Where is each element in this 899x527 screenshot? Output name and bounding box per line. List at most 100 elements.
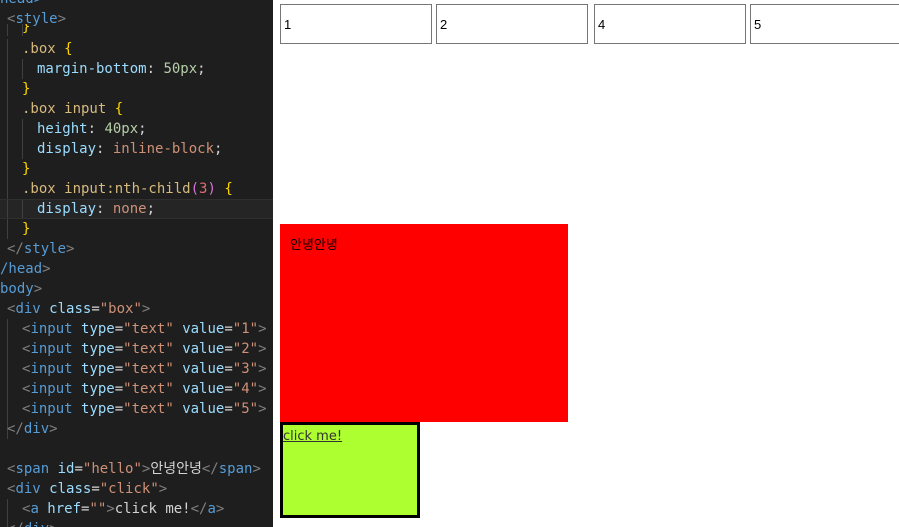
- code-token: value: [182, 381, 225, 397]
- indent-guide: [7, 99, 8, 119]
- code-token: height: [37, 121, 88, 137]
- code-line[interactable]: }: [0, 159, 273, 179]
- code-line[interactable]: <input type="text" value="1">: [0, 319, 273, 339]
- code-text: </div>: [7, 519, 58, 527]
- code-token: value: [182, 341, 225, 357]
- code-token: input: [30, 381, 82, 397]
- code-line[interactable]: }: [0, 79, 273, 99]
- indent-guide: [7, 200, 8, 218]
- code-token: </: [7, 421, 24, 437]
- code-line[interactable]: </style>: [0, 239, 273, 259]
- code-line[interactable]: <div class="click">: [0, 479, 273, 499]
- code-line[interactable]: body>: [0, 279, 273, 299]
- hello-text: 안녕안녕: [290, 238, 338, 253]
- code-editor[interactable]: head><style>}.box {margin-bottom: 50px;}…: [0, 0, 273, 527]
- code-token: .box input: [22, 101, 115, 117]
- code-token: =: [224, 401, 233, 417]
- text-input-1[interactable]: [280, 4, 432, 44]
- code-token: (: [190, 181, 200, 197]
- code-line[interactable]: margin-bottom: 50px;: [0, 59, 273, 79]
- code-line[interactable]: </div>: [0, 519, 273, 527]
- code-token: }: [22, 221, 31, 237]
- text-input-2[interactable]: [436, 4, 588, 44]
- code-line[interactable]: <input type="text" value="2">: [0, 339, 273, 359]
- code-token: 40px: [104, 121, 139, 137]
- code-text: <input type="text" value="5">: [22, 399, 267, 419]
- code-line[interactable]: <input type="text" value="4">: [0, 379, 273, 399]
- code-token: div: [15, 301, 50, 317]
- indent-guide: [7, 399, 8, 419]
- code-line[interactable]: height: 40px;: [0, 119, 273, 139]
- code-line[interactable]: <input type="text" value="5">: [0, 399, 273, 419]
- code-line[interactable]: }: [0, 24, 273, 36]
- code-text: }: [22, 24, 30, 34]
- code-token: >: [49, 521, 57, 527]
- code-token: "text": [123, 381, 174, 397]
- code-line[interactable]: <input type="text" value="3">: [0, 359, 273, 379]
- code-token: style: [23, 241, 67, 257]
- code-token: :: [87, 121, 105, 137]
- code-token: =: [91, 481, 100, 497]
- code-text: }: [22, 79, 30, 99]
- click-div: click me!: [280, 422, 420, 518]
- code-line[interactable]: [0, 439, 273, 459]
- code-line[interactable]: }: [0, 219, 273, 239]
- code-token: input: [30, 341, 82, 357]
- code-token: span: [218, 461, 253, 477]
- code-token: type: [81, 341, 115, 357]
- code-token: >: [158, 481, 168, 497]
- code-token: "1": [232, 321, 259, 337]
- code-line[interactable]: head>: [0, 0, 273, 9]
- code-token: value: [182, 401, 225, 417]
- text-input-4[interactable]: [594, 4, 746, 44]
- code-token: margin-bottom: [37, 61, 147, 77]
- code-token: </: [7, 521, 24, 527]
- code-token: span: [15, 461, 58, 477]
- code-line[interactable]: .box input:nth-child(3) {: [0, 179, 273, 199]
- code-line[interactable]: display: inline-block;: [0, 139, 273, 159]
- code-line[interactable]: .box {: [0, 39, 273, 59]
- code-text: }: [22, 159, 30, 179]
- code-line[interactable]: <a href="">click me!</a>: [0, 499, 273, 519]
- code-token: </: [190, 501, 208, 517]
- code-token: =: [224, 381, 233, 397]
- code-token: "box": [99, 301, 142, 317]
- code-token: }: [22, 81, 31, 97]
- code-line[interactable]: </div>: [0, 419, 273, 439]
- code-token: "3": [232, 361, 259, 377]
- code-token: >: [258, 341, 267, 357]
- code-token: >: [252, 461, 261, 477]
- indent-guide: [7, 39, 8, 59]
- code-text: height: 40px;: [37, 119, 147, 139]
- code-token: >: [33, 281, 43, 297]
- indent-guide: [7, 179, 8, 199]
- code-token: =: [224, 321, 233, 337]
- indent-guide: [7, 159, 8, 179]
- code-text: .box input {: [22, 99, 123, 119]
- code-line[interactable]: .box input {: [0, 99, 273, 119]
- code-token: =: [114, 321, 124, 337]
- indent-guide: [7, 359, 8, 379]
- code-token: "text": [123, 341, 174, 357]
- click-me-link[interactable]: click me!: [283, 429, 342, 444]
- code-token: ;: [214, 141, 223, 157]
- code-token: div: [15, 481, 50, 497]
- code-token: none: [112, 201, 147, 217]
- code-line[interactable]: <span id="hello">안녕안녕</span>: [0, 459, 273, 479]
- code-token: >: [215, 501, 225, 517]
- code-line[interactable]: <div class="box">: [0, 299, 273, 319]
- code-token: class: [49, 301, 92, 317]
- code-line[interactable]: /head>: [0, 259, 273, 279]
- code-text: </div>: [7, 419, 58, 439]
- code-text: display: none;: [37, 200, 155, 218]
- code-token: >: [106, 501, 115, 517]
- code-token: >: [66, 241, 75, 257]
- code-token: {: [64, 41, 73, 57]
- code-text: display: inline-block;: [37, 139, 222, 159]
- code-token: ;: [146, 201, 156, 217]
- code-line[interactable]: display: none;: [0, 199, 273, 219]
- code-token: >: [42, 261, 51, 277]
- code-token: "text": [123, 361, 174, 377]
- text-input-5[interactable]: [750, 4, 899, 44]
